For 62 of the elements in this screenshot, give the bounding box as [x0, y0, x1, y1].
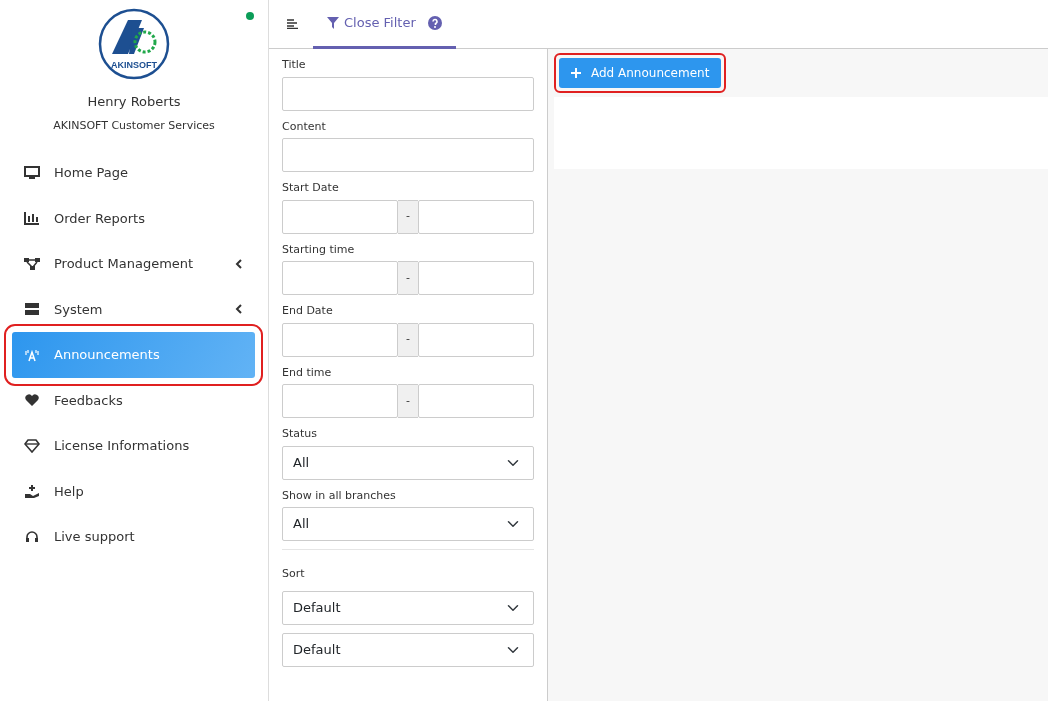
tab-label: Close Filter	[344, 13, 416, 32]
menu-icon[interactable]	[287, 19, 299, 29]
field-label: Sort	[282, 566, 306, 582]
item-label: Help	[54, 482, 84, 501]
item-label: Order Reports	[54, 209, 145, 228]
sidebar-item[interactable]: Feedbacks	[12, 377, 255, 423]
text-field[interactable]	[282, 138, 534, 172]
sidebar-item[interactable]: Product Management	[12, 241, 255, 287]
headset-icon	[24, 529, 40, 544]
server-icon	[24, 302, 40, 317]
sidebar-item[interactable]: Live support	[12, 514, 255, 560]
range-separator: -	[398, 384, 418, 418]
field-label: Status	[282, 426, 319, 442]
sidebar-item[interactable]: License Informations	[12, 423, 255, 469]
date-to-field[interactable]	[418, 322, 534, 357]
bar-chart-icon	[24, 211, 40, 226]
broadcast-icon	[24, 347, 40, 362]
item-label: Live support	[54, 528, 135, 546]
select-field[interactable]: All	[282, 507, 534, 541]
date-from-field[interactable]	[282, 384, 398, 418]
field-label: Title	[282, 57, 307, 73]
filter-tab[interactable]: Close Filter	[313, 0, 456, 49]
range-separator: -	[398, 199, 418, 234]
item-label: System	[54, 300, 103, 319]
field-label: Content	[282, 118, 327, 135]
logo: AKINSOFT	[98, 8, 170, 80]
item-label: Feedbacks	[54, 391, 123, 410]
date-to-field[interactable]	[418, 261, 534, 295]
range-separator: -	[398, 261, 418, 295]
user-name: Henry Roberts	[87, 93, 181, 111]
field-label: Start Date	[282, 180, 340, 196]
sidebar-item[interactable]: Home Page	[12, 150, 255, 196]
date-to-field[interactable]	[418, 199, 534, 234]
field-label: End time	[282, 364, 333, 381]
sidebar-item[interactable]: Order Reports	[12, 195, 255, 241]
plus-icon	[571, 68, 581, 78]
item-label: License Informations	[54, 437, 190, 455]
hand-plus-icon	[24, 484, 40, 499]
date-from-field[interactable]	[282, 199, 398, 234]
monitor-icon	[24, 165, 40, 180]
field-label: Show in all branches	[282, 487, 397, 504]
date-from-field[interactable]	[282, 261, 398, 295]
sidebar-item[interactable]: System	[12, 286, 255, 332]
range-separator: -	[398, 322, 418, 357]
select-field[interactable]: All	[282, 445, 534, 480]
date-from-field[interactable]	[282, 322, 398, 357]
item-label: Home Page	[54, 164, 128, 182]
item-label: Announcements	[54, 346, 160, 364]
sort-select[interactable]: Default	[282, 590, 534, 625]
sort-select[interactable]: Default	[282, 632, 534, 667]
date-to-field[interactable]	[418, 384, 534, 418]
field-label: Starting time	[282, 241, 356, 258]
heart-icon	[24, 393, 40, 408]
diamond-icon	[24, 438, 40, 453]
text-field[interactable]	[282, 76, 534, 111]
help-icon	[427, 15, 442, 30]
network-icon	[24, 256, 40, 271]
item-label: Product Management	[54, 255, 194, 273]
field-label: End Date	[282, 303, 334, 319]
user-role: AKINSOFT Customer Services	[53, 117, 215, 134]
filter-icon	[327, 16, 339, 29]
sidebar-item[interactable]: Help	[12, 468, 255, 514]
